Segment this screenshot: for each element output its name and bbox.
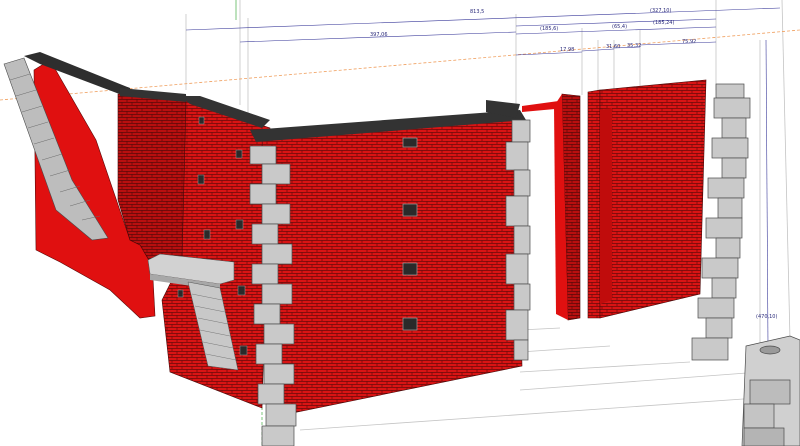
dimension-mid-b: (185,24) xyxy=(653,20,674,26)
model-viewport[interactable]: 813,5 397,06 (327,10) (185,6) (185,24) (… xyxy=(0,0,800,446)
dimension-opening-a: (65,4) xyxy=(612,24,627,30)
dimension-overall: 813,5 xyxy=(470,9,484,15)
right-wall-panel[interactable] xyxy=(522,79,707,321)
dimension-mid-a: (185,6) xyxy=(540,26,558,32)
scene-canvas[interactable]: 813,5 397,06 (327,10) (185,6) (185,24) (… xyxy=(0,0,800,446)
dimension-seg-3: 35,32 xyxy=(627,43,641,49)
dimension-right-span: (327,10) xyxy=(650,8,671,14)
dimension-seg-2: 31,60 xyxy=(606,44,620,50)
dimension-seg-1: 17,98 xyxy=(560,47,574,53)
dimension-height: (470,10) xyxy=(756,314,777,320)
dimension-seg-4: 75,92 xyxy=(682,39,696,45)
dimension-left-span: 397,06 xyxy=(370,32,388,38)
corner-block[interactable] xyxy=(741,335,800,446)
